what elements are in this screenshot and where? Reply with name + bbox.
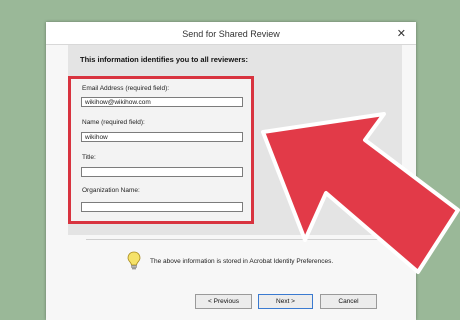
pointer-arrow-icon	[261, 112, 460, 274]
